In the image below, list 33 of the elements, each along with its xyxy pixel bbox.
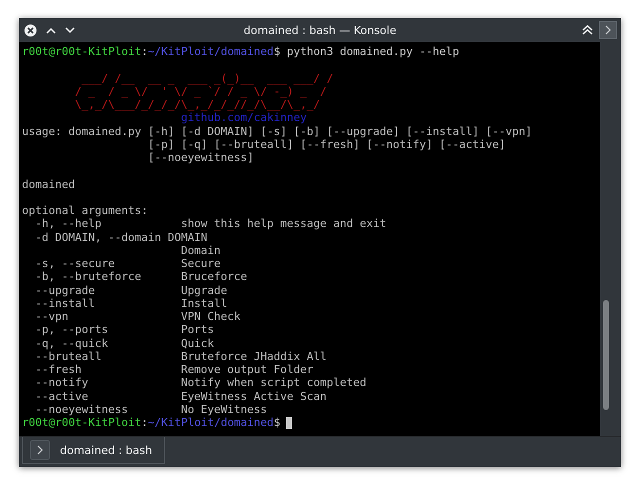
output-line: --bruteall Bruteforce JHaddix All (34, 350, 327, 363)
output-line: -s, --secure Secure (34, 257, 221, 270)
prompt-line: r00t@r00t-KitPloit:~/KitPloit/domained$ (22, 416, 280, 430)
prompt-line: r00t@r00t-KitPloit:~/KitPloit/domained$ python3 domained.py --help (22, 45, 460, 58)
output-line: -b, --bruteforce Bruceforce (34, 270, 248, 284)
output-line: --noeyewitness No EyeWitness (34, 402, 268, 416)
output-line: --active EyeWitness Active Scan (34, 390, 327, 403)
double-chevron-up-icon[interactable] (582, 25, 593, 35)
output-line: --upgrade Upgrade (34, 284, 228, 297)
window-title: domained : bash — Konsole (244, 24, 396, 36)
output-line: -d DOMAIN, --domain DOMAIN (34, 230, 208, 244)
output-line: Domain (180, 244, 221, 257)
close-icon[interactable] (24, 24, 37, 36)
ascii-art-line: \_,_/\___/_/_/_/\_,_/_/_//_/\__/\_,_/ (74, 98, 320, 112)
output-line: optional arguments: (22, 204, 148, 218)
output-line: -q, --quick Quick (34, 336, 214, 350)
output-line: --install Install (34, 296, 228, 310)
output-line: usage: domained.py [-h] [-d DOMAIN] [-s] [-b] [--upgrade] [--install] [--vpn] (22, 124, 532, 138)
output-line: [--noeyewitness] (146, 151, 254, 164)
output-line: -h, --help show this help message and exit (34, 217, 386, 230)
scrollbar[interactable] (600, 42, 621, 436)
ascii-art-line: ___/ /__ __ _ ___ _(_)__ ___ ___/ / (80, 72, 334, 85)
chevron-up-icon[interactable] (46, 26, 56, 34)
output-line: --notify Notify when script completed (34, 376, 366, 390)
output-line: --fresh Remove output Folder (34, 363, 314, 376)
chevron-down-icon[interactable] (65, 26, 75, 34)
terminal-tab[interactable]: domained : bash (22, 437, 166, 464)
output-line: -p, --ports Ports (34, 323, 214, 336)
output-line: domained (22, 178, 75, 191)
chevron-right-icon[interactable] (599, 21, 617, 39)
output-line: --vpn VPN Check (34, 310, 241, 324)
terminal-icon (30, 440, 50, 460)
output-line: [-p] [-q] [--bruteall] [--fresh] [--notify] [--active] (146, 138, 506, 151)
